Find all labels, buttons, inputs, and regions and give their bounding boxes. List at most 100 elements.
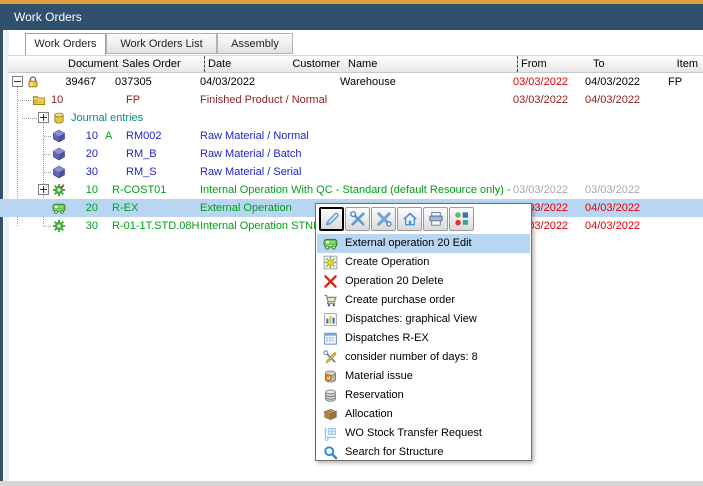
sales-order-cell: R-COST01 xyxy=(112,181,166,199)
hand-truck-icon xyxy=(323,426,338,441)
tab-label: Assembly xyxy=(231,38,279,50)
truck-icon xyxy=(323,236,338,251)
description-cell: Raw Material / Batch xyxy=(200,145,512,163)
menu-item[interactable]: consider number of days: 8 xyxy=(317,348,530,367)
sales-order-cell: 037305 xyxy=(115,73,152,91)
calendar-icon xyxy=(323,331,338,346)
menu-item[interactable]: Dispatches R-EX xyxy=(317,329,530,348)
create-operation-icon xyxy=(323,255,338,270)
package-box-icon xyxy=(323,407,338,422)
column-separator xyxy=(517,56,518,72)
truck-icon xyxy=(52,201,66,215)
menu-item-label: Allocation xyxy=(345,405,393,424)
menu-item-label: Reservation xyxy=(345,386,404,405)
menu-item-label: consider number of days: 8 xyxy=(345,348,478,367)
table-row[interactable]: 3946703730504/03/2022Warehouse03/03/2022… xyxy=(0,73,703,91)
document-cell: 39467 xyxy=(60,73,96,91)
gear-icon xyxy=(52,219,66,233)
to-date-cell: 04/03/2022 xyxy=(585,73,640,91)
color-tiles-icon xyxy=(453,211,470,228)
context-menu: External operation 20 EditCreate Operati… xyxy=(315,203,532,461)
to-date-cell: 04/03/2022 xyxy=(585,217,640,235)
menu-item[interactable]: WO Stock Transfer Request xyxy=(317,424,530,443)
expand-toggle[interactable] xyxy=(38,184,49,195)
menu-item-label: Material issue xyxy=(345,367,413,386)
menu-item[interactable]: Create purchase order xyxy=(317,291,530,310)
collapse-toggle[interactable] xyxy=(12,76,23,87)
material-cylinder-icon xyxy=(323,369,338,384)
table-row[interactable]: Journal entries xyxy=(0,109,703,127)
from-date-cell: 03/03/2022 xyxy=(513,91,568,109)
menu-item[interactable]: Operation 20 Delete xyxy=(317,272,530,291)
home-button[interactable] xyxy=(397,207,422,231)
description-cell: Finished Product / Normal xyxy=(200,91,512,109)
table-row[interactable]: 20RM_BRaw Material / Batch xyxy=(0,145,703,163)
menu-item[interactable]: Allocation xyxy=(317,405,530,424)
bar-chart-icon xyxy=(323,312,338,327)
document-cell: 20 xyxy=(76,199,98,217)
pencil-button[interactable] xyxy=(319,207,344,231)
hexagon-icon xyxy=(52,147,66,161)
x-wrench-button[interactable] xyxy=(371,207,396,231)
column-header-from[interactable]: From xyxy=(521,56,547,72)
column-header-document[interactable]: Document xyxy=(68,56,118,72)
to-date-cell: 03/03/2022 xyxy=(585,181,640,199)
menu-item-label: WO Stock Transfer Request xyxy=(345,424,482,443)
menu-item-label: Operation 20 Delete xyxy=(345,272,443,291)
document-cell: 30 xyxy=(76,217,98,235)
hexagon-icon xyxy=(52,129,66,143)
padlock-icon xyxy=(26,75,40,89)
color-tiles-button[interactable] xyxy=(449,207,474,231)
column-header-item[interactable]: Item xyxy=(648,56,698,72)
column-header-date[interactable]: Date xyxy=(208,56,231,72)
tab-work-orders[interactable]: Work Orders xyxy=(25,33,106,55)
item-cell: FP xyxy=(668,73,682,91)
column-header-customer[interactable]: Customer xyxy=(278,56,340,72)
hexagon-icon xyxy=(52,165,66,179)
column-header-sales-order[interactable]: Sales Order xyxy=(122,56,181,72)
menu-item-label: External operation 20 Edit xyxy=(345,234,472,253)
description-cell: Raw Material / Normal xyxy=(200,127,512,145)
tree-label: 10 xyxy=(51,91,63,109)
database-icon xyxy=(323,388,338,403)
window-titlebar[interactable]: Work Orders xyxy=(0,4,703,30)
menu-item[interactable]: Dispatches: graphical View xyxy=(317,310,530,329)
menu-item-label: Search for Structure xyxy=(345,443,443,462)
menu-item[interactable]: Create Operation xyxy=(317,253,530,272)
column-header-name[interactable]: Name xyxy=(348,56,377,72)
cart-icon xyxy=(323,293,338,308)
description-cell: Raw Material / Serial xyxy=(200,163,512,181)
pencil-icon xyxy=(323,211,340,228)
table-row[interactable]: 10FPFinished Product / Normal03/03/20220… xyxy=(0,91,703,109)
table-row[interactable]: 30RM_SRaw Material / Serial xyxy=(0,163,703,181)
menu-item-label: Create purchase order xyxy=(345,291,455,310)
column-header-to[interactable]: To xyxy=(593,56,605,72)
search-icon xyxy=(323,445,338,460)
from-date-cell: 03/03/2022 xyxy=(513,181,568,199)
printer-button[interactable] xyxy=(423,207,448,231)
availability-flag: A xyxy=(105,127,112,145)
tab-work-orders-list[interactable]: Work Orders List xyxy=(106,33,217,54)
table-row[interactable]: 10R-COST01Internal Operation With QC - S… xyxy=(0,181,703,199)
tab-assembly[interactable]: Assembly xyxy=(217,33,293,54)
menu-item[interactable]: Material issue xyxy=(317,367,530,386)
date-cell: 04/03/2022 xyxy=(200,73,255,91)
sales-order-cell: RM002 xyxy=(126,127,161,145)
menu-item[interactable]: External operation 20 Edit xyxy=(317,234,530,253)
column-separator xyxy=(204,56,205,72)
expand-toggle[interactable] xyxy=(38,112,49,123)
gear-check-icon xyxy=(52,183,66,197)
sales-order-cell: R-01-1T.STD.08H xyxy=(112,217,199,235)
to-date-cell: 04/03/2022 xyxy=(585,91,640,109)
menu-item[interactable]: Reservation xyxy=(317,386,530,405)
folder-icon xyxy=(32,93,46,107)
document-cell: 20 xyxy=(76,145,98,163)
document-cell: 10 xyxy=(76,181,98,199)
menu-item[interactable]: Search for Structure xyxy=(317,443,530,462)
tree-label: Journal entries xyxy=(71,109,143,127)
menu-item-label: Dispatches R-EX xyxy=(345,329,429,348)
tools-pencil-icon xyxy=(323,350,338,365)
wrench-x-button[interactable] xyxy=(345,207,370,231)
name-cell: Warehouse xyxy=(340,73,396,91)
table-row[interactable]: 10ARM002Raw Material / Normal xyxy=(0,127,703,145)
